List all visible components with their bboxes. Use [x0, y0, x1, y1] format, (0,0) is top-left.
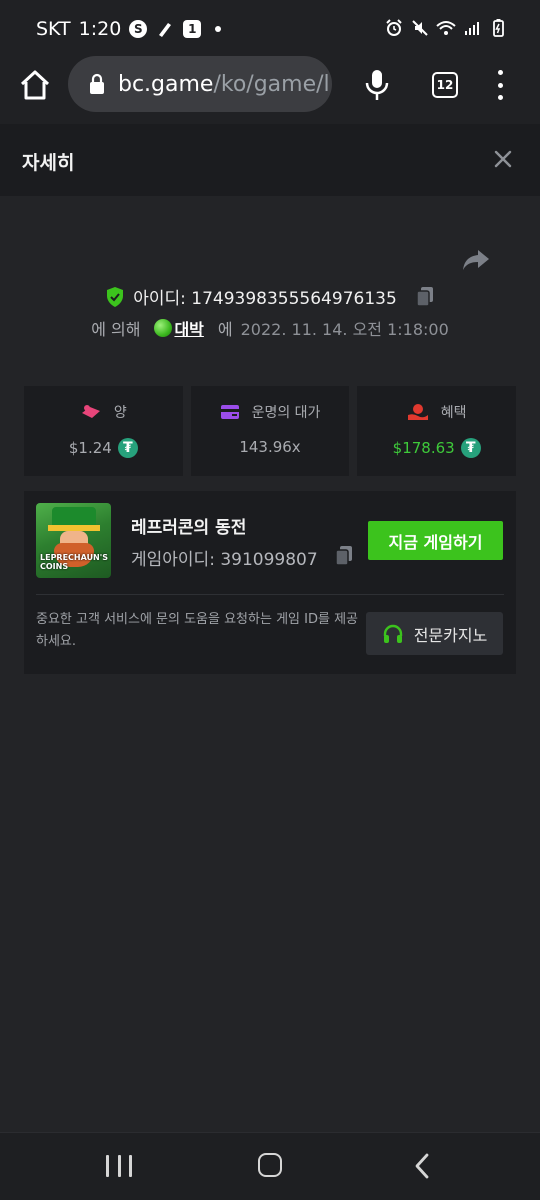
clock: 1:20	[78, 18, 122, 40]
tether-coin-icon: ₮	[117, 438, 138, 458]
s-notification-icon: S	[129, 20, 148, 38]
stat-profit-value-row: $178.63 ₮	[357, 438, 516, 458]
payout-card-icon	[220, 405, 239, 419]
copy-game-id-icon[interactable]	[334, 545, 354, 567]
recent-apps-icon[interactable]	[106, 1155, 132, 1177]
stat-payout-label: 운명의 대가	[251, 405, 321, 421]
stat-amount-label-row: 양	[24, 402, 183, 422]
signal-icon	[465, 22, 479, 35]
bet-by-row: 에 의해 대박 에 2022. 11. 14. 오전 1:18:00	[0, 316, 540, 340]
bet-id-row: 아이디: 1749398355564976135	[0, 284, 540, 309]
battery-icon	[493, 19, 504, 37]
mute-icon	[412, 20, 428, 36]
game-thumbnail[interactable]: LEPRECHAUN'S COINS	[36, 503, 111, 578]
address-bar[interactable]: bc.game/ko/game/l	[68, 56, 332, 112]
stat-amount-value-row: $1.24 ₮	[24, 438, 183, 458]
carrier-label: SKT	[36, 18, 71, 40]
at-label: 에	[217, 320, 233, 339]
thumbnail-title: LEPRECHAUN'S COINS	[40, 553, 108, 571]
bet-datetime: 2022. 11. 14. 오전 1:18:00	[240, 320, 449, 339]
stat-profit-label: 혜택	[440, 405, 467, 421]
lock-icon	[90, 73, 104, 94]
modal-title: 자세히	[22, 152, 75, 174]
stat-payout: 운명의 대가 143.96x	[190, 386, 350, 476]
support-button-label: 전문카지노	[413, 625, 488, 645]
bet-amount-icon	[81, 405, 100, 418]
back-icon[interactable]	[412, 1153, 432, 1179]
wifi-icon	[436, 21, 456, 35]
url-text: bc.game/ko/game/l	[118, 72, 330, 97]
stat-profit-value: $178.63	[392, 439, 455, 457]
home-nav-icon[interactable]	[258, 1153, 282, 1177]
stat-payout-value-row: 143.96x	[191, 438, 350, 456]
tether-coin-icon: ₮	[460, 438, 481, 458]
stat-profit-label-row: 혜택	[357, 402, 516, 422]
url-host: bc.game	[118, 71, 214, 97]
user-avatar	[154, 319, 173, 337]
stat-amount-label: 양	[113, 405, 127, 421]
headset-icon	[383, 624, 402, 643]
stat-amount-value: $1.24	[68, 439, 112, 457]
close-icon[interactable]	[492, 148, 514, 170]
username-link[interactable]: 대박	[174, 316, 203, 340]
alarm-icon	[386, 19, 402, 36]
bet-id-text: 아이디: 1749398355564976135	[133, 289, 397, 309]
status-left: SKT 1:20 S 1	[36, 18, 222, 40]
game-id: 게임아이디: 391099807	[131, 550, 318, 570]
home-icon[interactable]	[18, 68, 52, 102]
tab-switcher-button[interactable]: 12	[432, 72, 458, 98]
microphone-icon[interactable]	[364, 68, 390, 102]
stat-payout-value: 143.96x	[239, 438, 301, 456]
status-right	[384, 18, 508, 38]
profit-hand-icon	[407, 404, 428, 420]
bet-stats: 양 $1.24 ₮ 운명의 대가 143.96x 혜택 $178.63 ₮	[24, 386, 517, 476]
browser-toolbar: bc.game/ko/game/l 12	[0, 56, 540, 124]
game-name: 레프러콘의 동전	[131, 518, 247, 538]
card-divider	[36, 594, 504, 595]
stat-amount: 양 $1.24 ₮	[24, 386, 183, 476]
one-notification-icon: 1	[183, 20, 202, 38]
url-path: /ko/game/l	[213, 71, 330, 97]
support-help-text: 중요한 고객 서비스에 문의 도움을 요청하는 게임 ID를 제공하세요.	[36, 612, 358, 649]
status-bar: SKT 1:20 S 1	[0, 0, 540, 56]
modal-header: 자세히	[0, 124, 540, 196]
system-navigation-bar	[0, 1132, 540, 1200]
support-button[interactable]: 전문카지노	[366, 612, 503, 655]
pen-notification-icon	[159, 23, 172, 37]
play-now-button[interactable]: 지금 게임하기	[368, 521, 503, 560]
stat-payout-label-row: 운명의 대가	[191, 402, 350, 422]
copy-icon[interactable]	[415, 286, 435, 308]
stat-profit: 혜택 $178.63 ₮	[357, 386, 517, 476]
more-notifications-dot-icon	[215, 26, 222, 32]
verified-shield-icon	[107, 286, 124, 307]
game-card: LEPRECHAUN'S COINS 레프러콘의 동전 게임아이디: 39109…	[24, 491, 516, 674]
browser-menu-icon[interactable]	[492, 70, 508, 100]
share-icon[interactable]	[462, 248, 490, 272]
by-label: 에 의해	[91, 320, 141, 339]
